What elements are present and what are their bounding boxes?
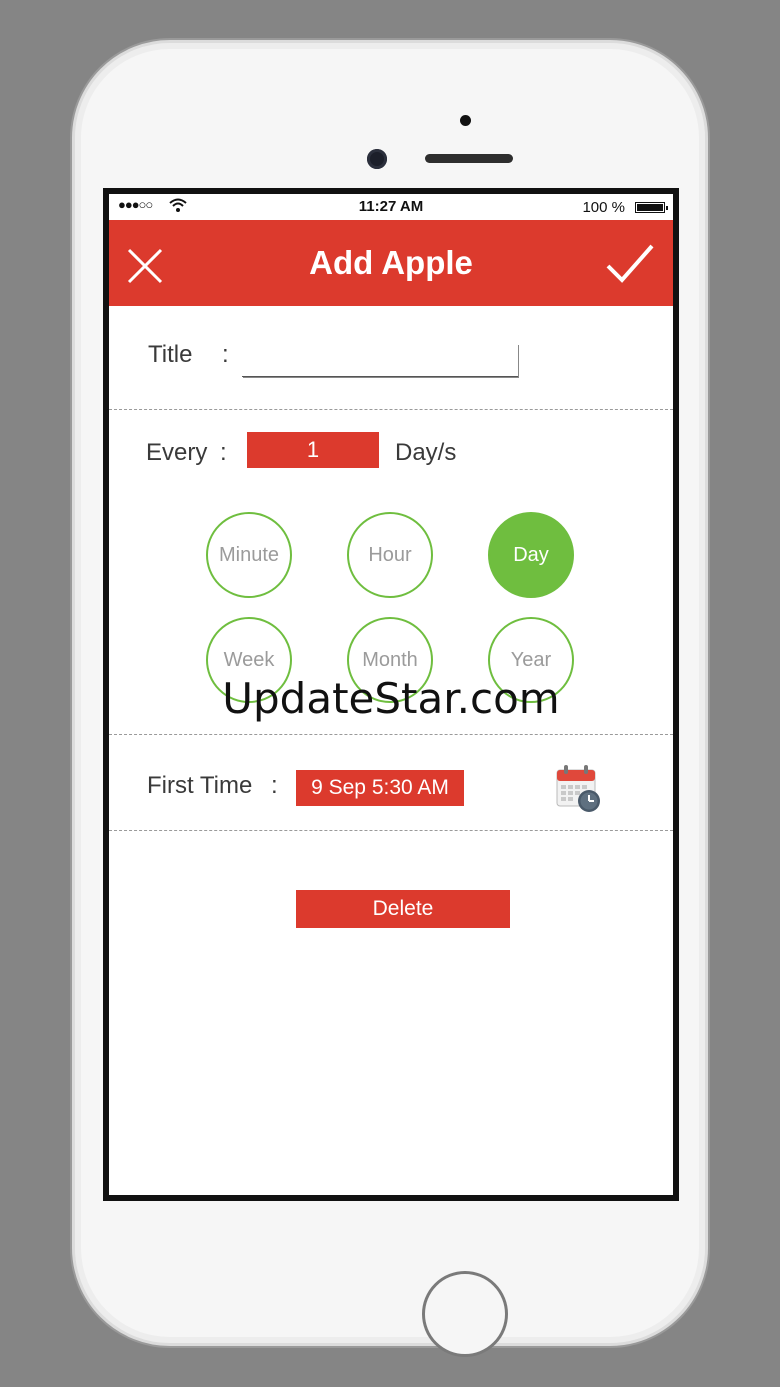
battery-percent: 100 % bbox=[582, 199, 625, 216]
status-bar: ●●●○○ 11:27 AM 100 % bbox=[109, 194, 673, 220]
interval-month-button[interactable]: Month bbox=[347, 617, 433, 703]
battery-icon bbox=[635, 202, 668, 213]
interval-day-button[interactable]: Day bbox=[488, 512, 574, 598]
first-time-label: First Time bbox=[147, 772, 253, 799]
interval-year-button[interactable]: Year bbox=[488, 617, 574, 703]
app-bar: Add Apple bbox=[109, 220, 673, 306]
every-label: Every bbox=[146, 439, 208, 466]
delete-button[interactable]: Delete bbox=[296, 890, 510, 928]
interval-week-button[interactable]: Week bbox=[206, 617, 292, 703]
every-value-field[interactable]: 1 bbox=[247, 432, 379, 468]
divider bbox=[109, 734, 673, 735]
title-label: Title bbox=[148, 341, 193, 368]
page-title: Add Apple bbox=[309, 244, 473, 281]
divider bbox=[109, 830, 673, 831]
proximity-sensor bbox=[460, 115, 471, 126]
every-colon: : bbox=[220, 439, 227, 466]
title-input[interactable] bbox=[242, 344, 518, 377]
home-button[interactable] bbox=[422, 1271, 508, 1357]
calendar-clock-icon[interactable] bbox=[555, 764, 603, 814]
title-colon: : bbox=[222, 341, 229, 368]
earpiece-speaker bbox=[425, 154, 513, 163]
first-time-field[interactable]: 9 Sep 5:30 AM bbox=[296, 770, 464, 806]
checkmark-icon[interactable] bbox=[605, 242, 655, 286]
interval-hour-button[interactable]: Hour bbox=[347, 512, 433, 598]
first-time-colon: : bbox=[271, 772, 278, 799]
interval-minute-button[interactable]: Minute bbox=[206, 512, 292, 598]
screen: ●●●○○ 11:27 AM 100 % Add Apple Title : E… bbox=[103, 188, 679, 1201]
divider bbox=[109, 409, 673, 410]
every-unit-label: Day/s bbox=[395, 439, 457, 466]
front-camera bbox=[367, 149, 387, 169]
